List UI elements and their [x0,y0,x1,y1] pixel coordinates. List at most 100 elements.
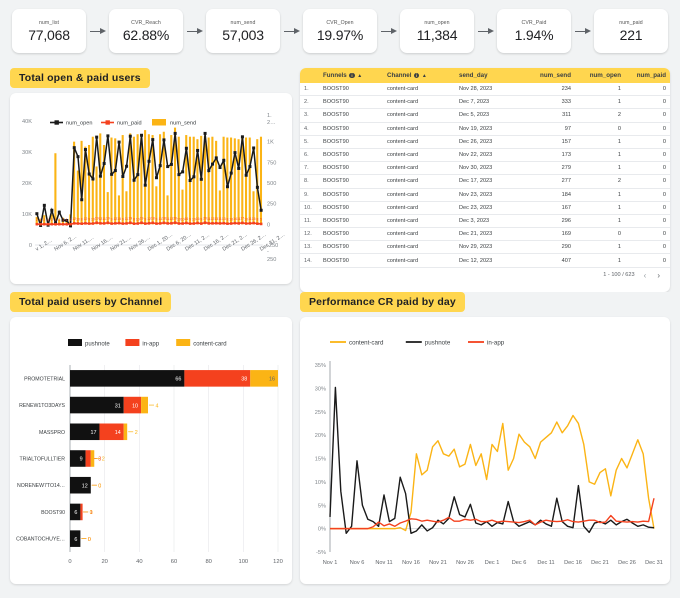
marker [259,208,263,212]
marker [114,222,117,225]
chart-performance-cr-paid-by-day[interactable]: content-card pushnote in-app -5% 0% 5% 10% 15% 2… [300,317,670,584]
prev-page-button[interactable]: ‹ [642,271,649,280]
sort-ascending-icon[interactable]: ▲ [357,73,362,79]
funnel-card-num_open[interactable]: num_open 11,384 [400,9,474,53]
data-label: 15 [252,217,256,221]
table-body: 1. BOOST90 content-card Nov 28, 2023 234 1 0 2.… [300,83,670,268]
table-header-num_paid[interactable]: num_paid [625,68,670,83]
table-cell-num_send: 296 [523,214,575,229]
table-cell-num_send: 184 [523,188,575,202]
funnel-card-label: CVR_Paid [521,19,547,26]
y-axis-left-tick: 20K [22,181,32,187]
chart-card-cr[interactable]: content-card pushnote in-app -5% 0% 5% 10% 15% 2… [300,317,670,584]
marker [200,222,203,225]
stacked-bar-segment[interactable] [70,450,86,467]
table-row[interactable]: 13. BOOST90 content-card Nov 29, 2023 290 1 0 [300,240,670,255]
table-cell-idx: 8. [300,174,319,189]
marker [240,135,244,139]
panel-title-open-paid: Total open & paid users [10,68,150,88]
table-cell-idx: 11. [300,214,319,229]
funnel-card-cvr_open[interactable]: CVR_Open 19.97% [303,9,377,53]
table-row[interactable]: 6. BOOST90 content-card Nov 22, 2023 173 1 0 [300,148,670,163]
funnel-card-cvr_reach[interactable]: CVR_Reach 62.88% [109,9,183,53]
y-axis-left-tick: 30K [22,150,32,156]
info-icon[interactable]: i [349,72,355,79]
table-cell-send_day: Dec 21, 2023 [455,227,523,242]
y-axis-tick: 0% [318,527,326,533]
table-cell-num_open: 1 [575,188,625,202]
marker [229,222,233,225]
table-header-num_send[interactable]: num_send [523,68,575,83]
table-row[interactable]: 1. BOOST90 content-card Nov 28, 2023 234 1 0 [300,83,670,97]
table-header-send_day[interactable]: send_day [455,68,523,83]
funnel-data-table[interactable]: Funnels i ▲ Channel i ▲ send_day num_send num_op… [300,68,670,268]
sort-ascending-icon[interactable]: ▲ [422,73,427,79]
x-axis-tick: 120 [273,559,283,565]
table-header-funnels[interactable]: Funnels i ▲ [319,68,383,83]
table-row[interactable]: 2. BOOST90 content-card Dec 7, 2023 333 1 0 [300,95,670,110]
table-header-num_open[interactable]: num_open [575,68,625,83]
marker [136,173,140,177]
x-axis-tick: 80 [205,559,211,565]
info-icon[interactable]: i [413,72,420,79]
funnel-card-cvr_paid[interactable]: CVR_Paid 1.94% [497,9,571,53]
table-row[interactable]: 3. BOOST90 content-card Dec 5, 2023 311 2 0 [300,108,670,123]
table-row[interactable]: 11. BOOST90 content-card Dec 3, 2023 296 1 0 [300,214,670,229]
table-card[interactable]: Funnels i ▲ Channel i ▲ send_day num_send num_op… [300,68,670,292]
marker [166,165,170,169]
table-cell-num_paid: 0 [625,240,670,255]
marker [166,222,169,225]
marker [43,222,46,226]
table-row[interactable]: 12. BOOST90 content-card Dec 21, 2023 169 0 0 [300,227,670,242]
stacked-bar-segment[interactable] [90,450,95,467]
stacked-bar-segment[interactable] [70,370,185,387]
marker [233,221,237,225]
chart-legend: pushnote in-app content-card [68,339,227,348]
funnel-card-num_list[interactable]: num_list 77,068 [12,9,86,53]
y-axis-left-tick: 10K [22,212,32,218]
marker [39,222,42,226]
table-row[interactable]: 10. BOOST90 content-card Dec 23, 2023 167 1 0 [300,201,670,215]
table-row[interactable]: 9. BOOST90 content-card Nov 23, 2023 184 1 0 [300,188,670,202]
table-cell-funnels: BOOST90 [319,95,383,110]
table-row[interactable]: 7. BOOST90 content-card Nov 30, 2023 279 1 0 [300,161,670,176]
next-page-button[interactable]: › [655,271,662,280]
table-cell-funnels: BOOST90 [319,240,383,255]
table-row[interactable]: 8. BOOST90 content-card Dec 17, 2023 277 2 0 [300,174,670,189]
stacked-bar-segment[interactable] [123,423,128,441]
marker [233,151,237,155]
funnel-card-num_send[interactable]: num_send 57,003 [206,9,280,53]
bar [54,153,57,225]
table-row[interactable]: 4. BOOST90 content-card Nov 19, 2023 97 0 0 [300,122,670,136]
data-label: 16 [184,217,188,221]
x-axis-tick: Dec 26 [618,560,636,566]
data-label: 19 [128,217,132,221]
marker [102,222,106,225]
chart-total-open-paid-users[interactable]: num_open num_paid num_send010K20K30K40K-25… [10,93,292,284]
table-cell-send_day: Nov 28, 2023 [455,83,523,97]
y-axis-right-tick: 0 [267,222,270,228]
bar [215,140,218,225]
table-row[interactable]: 5. BOOST90 content-card Dec 26, 2023 157 1 0 [300,135,670,149]
marker [256,222,259,225]
stacked-bar-segment[interactable] [80,503,83,521]
marker [259,222,263,226]
data-label: 16 [196,217,200,221]
funnel-card-num_paid[interactable]: num_paid 221 [594,9,668,53]
chart-total-paid-users-by-channel[interactable]: pushnote in-app content-card0 20 40 60 80 100 12… [10,317,292,584]
table-header-idx[interactable] [300,68,319,83]
data-label: 8 [227,217,229,221]
stacked-bar-segment[interactable] [85,450,91,467]
marker [140,133,144,137]
table-header-channel[interactable]: Channel i ▲ [383,68,455,83]
funnel-arrow [378,27,399,36]
stacked-bar-segment[interactable] [141,396,148,414]
x-axis-tick: Dec 1 [485,560,500,566]
table-row[interactable]: 14. BOOST90 content-card Dec 12, 2023 407 1 0 [300,253,670,268]
table-header-label: num_paid [636,72,666,79]
chart-card-channel[interactable]: pushnote in-app content-card 0 20 40 60 80 100 12… [10,317,292,584]
table-cell-num_send: 407 [523,253,575,268]
chart-card-open-paid[interactable]: num_open num_paid num_send 0 10K 20K 30K 40K -25… [10,93,292,284]
marker [170,222,173,225]
marker [76,155,80,159]
